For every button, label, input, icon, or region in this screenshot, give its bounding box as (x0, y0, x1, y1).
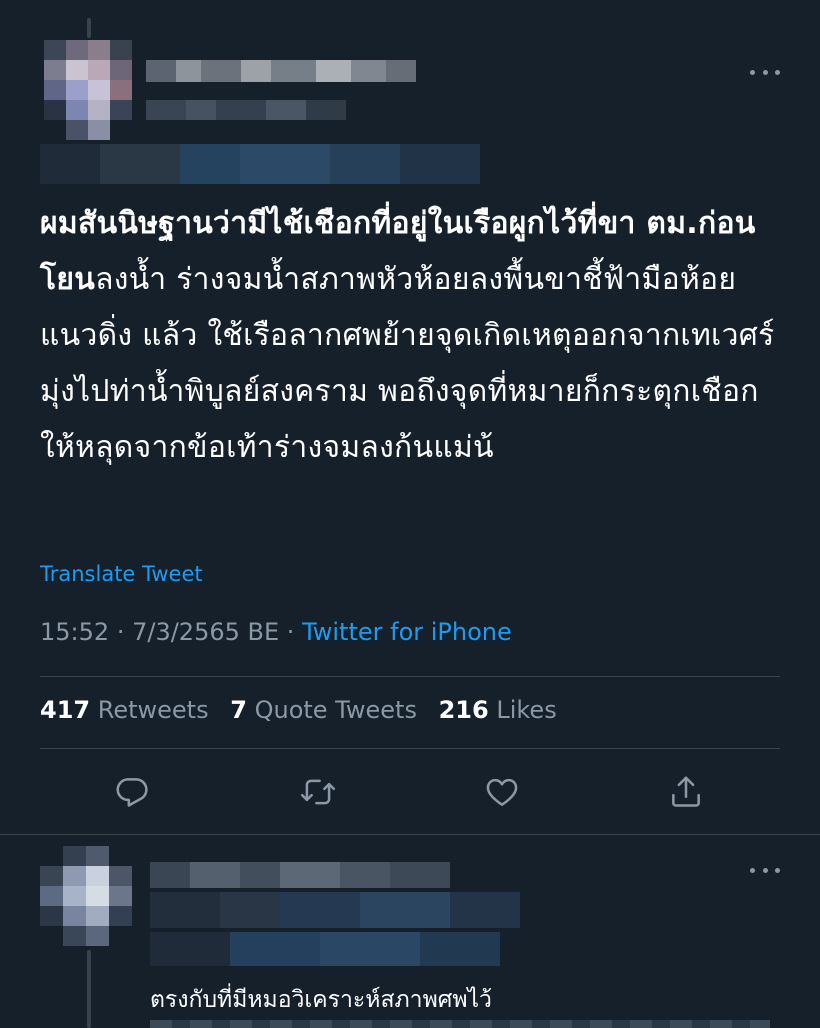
reply-author-name-censored[interactable] (150, 862, 450, 888)
reply-button[interactable] (108, 768, 156, 816)
tweet-source-link[interactable]: Twitter for iPhone (302, 618, 512, 646)
retweet-button[interactable] (294, 768, 342, 816)
replying-to-censored-2[interactable] (150, 932, 500, 966)
reply-meta-censored[interactable] (150, 892, 520, 928)
tweet-detail-screen: ผมสันนิษฐานว่ามีไช้เชือกที่อยู่ในเรือผูก… (0, 0, 820, 1028)
tweet-body-rest: ลงน้ำ ร่างจมน้ำสภาพหัวห้อยลงพื้นขาชี้ฟ้า… (40, 262, 775, 465)
reply-icon (116, 778, 148, 807)
author-handle-censored[interactable] (146, 100, 346, 120)
tweet-separator (0, 834, 820, 835)
divider (40, 676, 780, 677)
thread-connector-top (87, 18, 91, 38)
likes-count: 216 (438, 696, 489, 724)
reply-author-avatar[interactable] (40, 846, 132, 946)
reply-body-censored (150, 1020, 770, 1028)
reply-body: ตรงกับที่มีหมอวิเคราะห์สภาพศพไว้ (150, 987, 492, 1013)
like-button[interactable] (478, 768, 526, 816)
tweet-meta: 15:52 · 7/3/2565 BE · Twitter for iPhone (40, 618, 512, 646)
likes-label: Likes (496, 696, 557, 724)
translate-tweet-link[interactable]: Translate Tweet (40, 562, 203, 586)
retweets-label: Retweets (97, 696, 209, 724)
tweet-date: 7/3/2565 BE (132, 618, 280, 646)
quote-tweets-stat[interactable]: 7 Quote Tweets (230, 696, 417, 724)
retweets-stat[interactable]: 417 Retweets (40, 696, 209, 724)
likes-stat[interactable]: 216 Likes (439, 696, 557, 724)
author-name-censored[interactable] (146, 60, 416, 82)
share-icon (672, 776, 700, 807)
heart-icon (486, 778, 518, 806)
quote-tweets-label: Quote Tweets (254, 696, 417, 724)
quote-tweets-count: 7 (230, 696, 247, 724)
meta-separator: · (116, 618, 125, 646)
tweet-stats: 417 Retweets 7 Quote Tweets 216 Likes (40, 696, 571, 724)
share-button[interactable] (662, 768, 710, 816)
retweet-icon (300, 779, 336, 805)
tweet-action-bar (0, 768, 820, 818)
author-avatar[interactable] (44, 40, 132, 140)
reply-more-options-icon[interactable] (750, 864, 780, 876)
meta-separator: · (286, 618, 295, 646)
tweet-time: 15:52 (40, 618, 110, 646)
replying-to-censored[interactable] (40, 144, 480, 184)
divider (40, 748, 780, 749)
thread-connector-reply (87, 950, 91, 1028)
retweets-count: 417 (40, 696, 91, 724)
more-options-icon[interactable] (750, 66, 780, 78)
tweet-body: ผมสันนิษฐานว่ามีไช้เชือกที่อยู่ในเรือผูก… (40, 196, 785, 476)
